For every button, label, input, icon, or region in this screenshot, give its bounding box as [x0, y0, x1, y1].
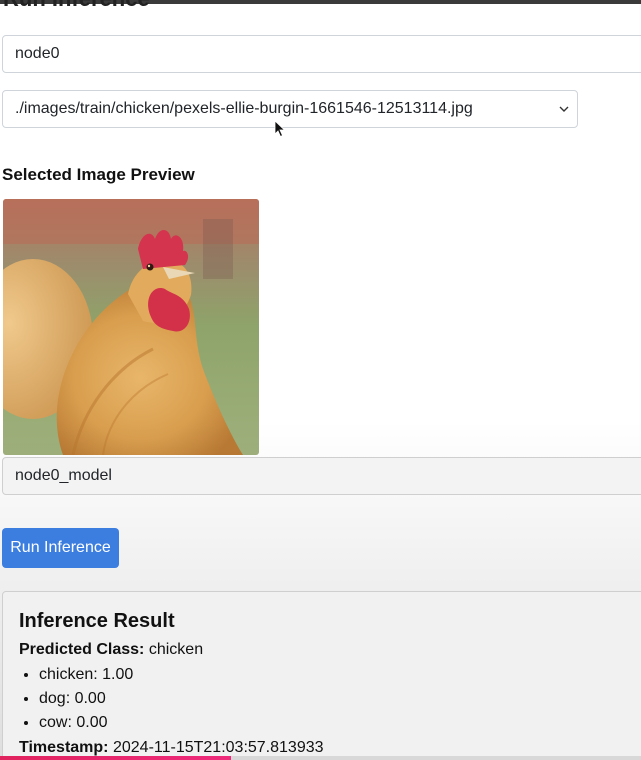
mouse-cursor-icon [274, 120, 286, 138]
model-input[interactable] [2, 457, 641, 495]
run-inference-button[interactable]: Run Inference [2, 528, 119, 568]
predicted-class-line: Predicted Class: chicken [19, 639, 641, 661]
chicken-preview-image [3, 199, 259, 455]
page-title: Run Inference [3, 0, 150, 12]
video-progress-fill [0, 756, 231, 760]
image-select[interactable]: ./images/train/chicken/pexels-ellie-burg… [2, 90, 578, 128]
video-progress-bar[interactable] [0, 756, 641, 760]
inference-result-card: Inference Result Predicted Class: chicke… [2, 591, 641, 760]
timestamp-label: Timestamp: [19, 739, 109, 756]
predicted-class-value: chicken [148, 641, 204, 658]
image-select-value: ./images/train/chicken/pexels-ellie-burg… [15, 100, 473, 117]
probability-list: chicken: 1.00 dog: 0.00 cow: 0.00 [19, 663, 641, 735]
node-input[interactable] [2, 35, 641, 73]
probability-item: cow: 0.00 [39, 711, 641, 735]
predicted-class-label: Predicted Class: [19, 641, 145, 658]
page: Run Inference ./images/train/chicken/pex… [0, 0, 641, 760]
probability-item: chicken: 1.00 [39, 663, 641, 687]
probability-item: dog: 0.00 [39, 687, 641, 711]
chevron-down-icon [559, 106, 569, 112]
result-title: Inference Result [19, 610, 175, 632]
timestamp-value: 2024-11-15T21:03:57.813933 [112, 739, 324, 756]
preview-heading: Selected Image Preview [2, 165, 195, 184]
